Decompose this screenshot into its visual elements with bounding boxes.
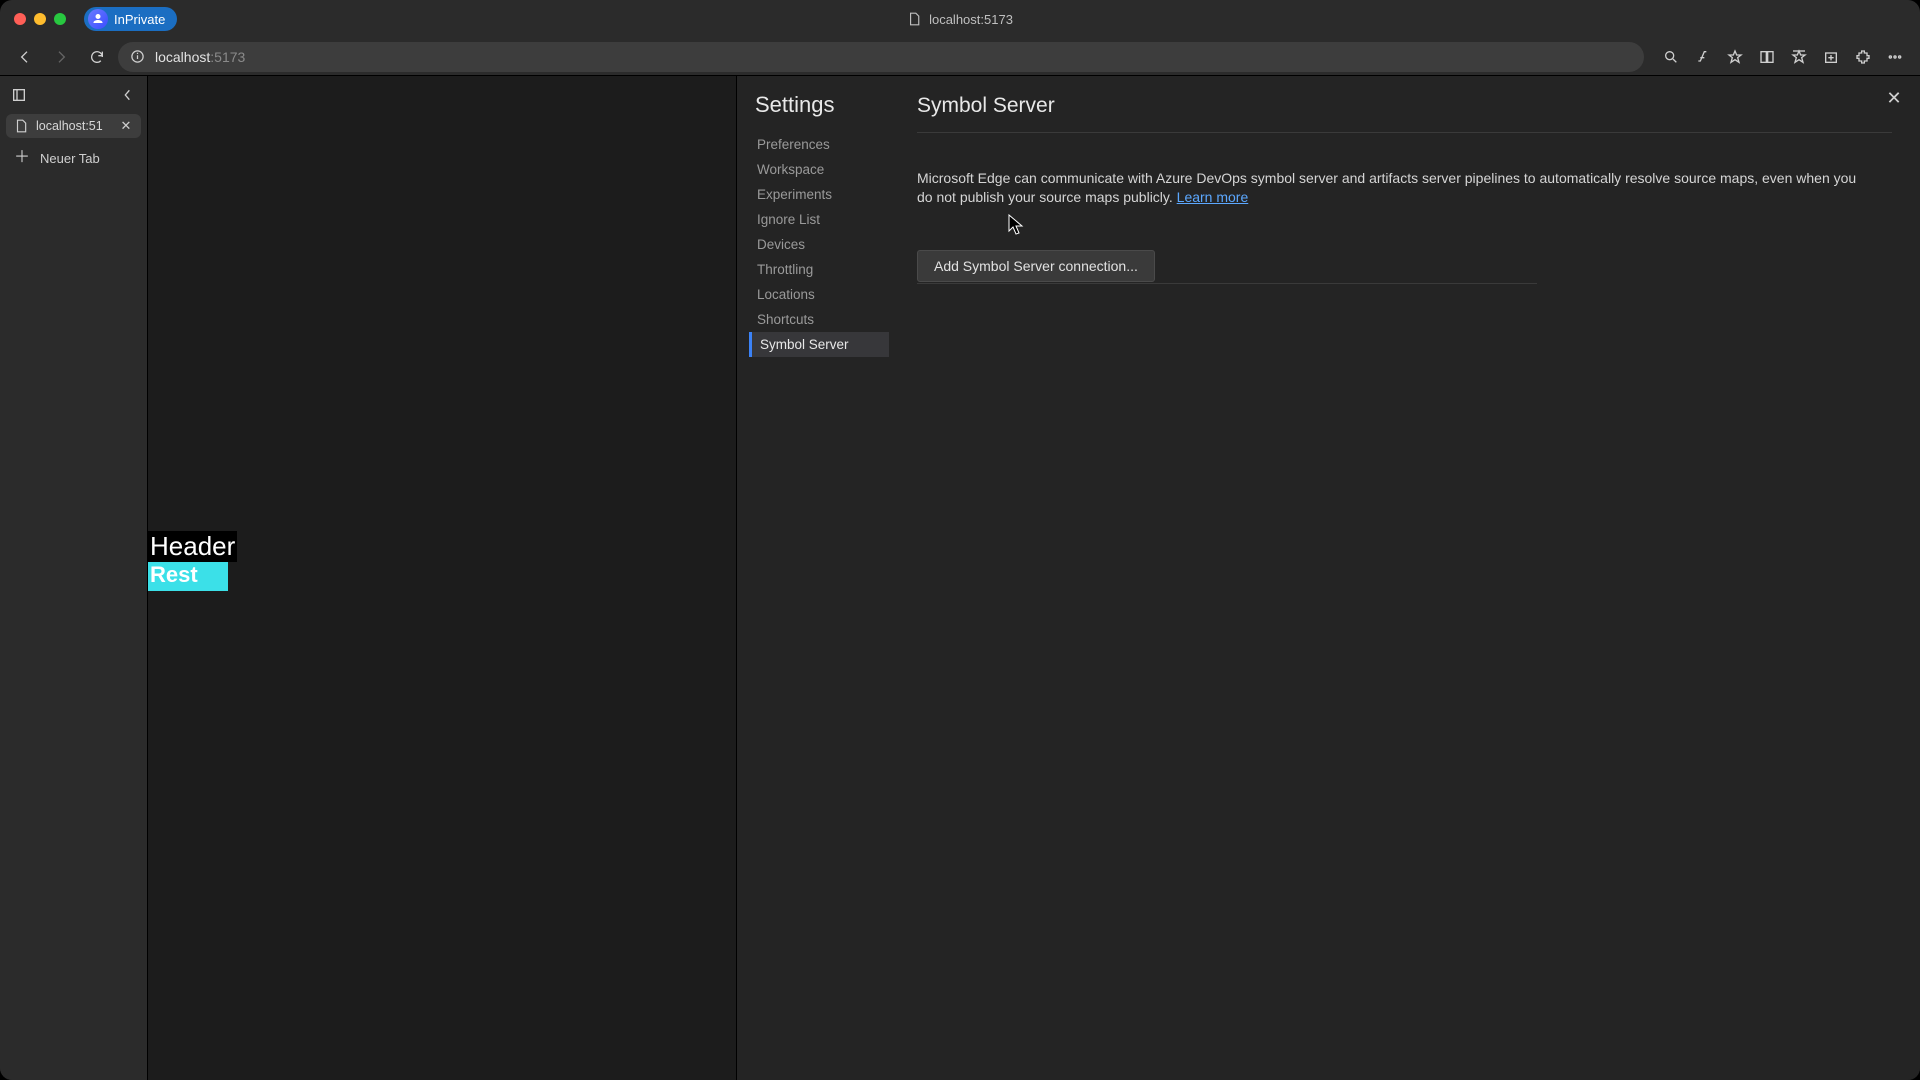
divider xyxy=(917,283,1537,284)
back-button[interactable] xyxy=(10,42,40,72)
add-symbol-server-button[interactable]: Add Symbol Server connection... xyxy=(917,250,1155,282)
learn-more-link[interactable]: Learn more xyxy=(1177,189,1249,205)
window-close-button[interactable] xyxy=(14,13,26,25)
tab-actions-button[interactable] xyxy=(6,82,32,108)
split-screen-icon[interactable] xyxy=(1752,42,1782,72)
window-maximize-button[interactable] xyxy=(54,13,66,25)
settings-item-symbol-server[interactable]: Symbol Server xyxy=(749,332,889,357)
refresh-button[interactable] xyxy=(82,42,112,72)
address-bar[interactable]: localhost:5173 xyxy=(118,42,1644,72)
settings-description: Microsoft Edge can communicate with Azur… xyxy=(917,169,1857,208)
extensions-icon[interactable] xyxy=(1848,42,1878,72)
site-info-icon[interactable] xyxy=(130,49,145,64)
window-minimize-button[interactable] xyxy=(34,13,46,25)
tab-close-button[interactable]: ✕ xyxy=(119,119,133,133)
settings-item-devices[interactable]: Devices xyxy=(749,232,889,257)
plus-icon: ＋ xyxy=(14,150,30,166)
new-tab-label: Neuer Tab xyxy=(40,151,100,166)
incognito-icon xyxy=(88,9,108,29)
inprivate-label: InPrivate xyxy=(114,12,165,27)
page-viewport: Header Rest xyxy=(148,76,736,1080)
settings-item-ignore-list[interactable]: Ignore List xyxy=(749,207,889,232)
inprivate-badge[interactable]: InPrivate xyxy=(84,7,177,31)
settings-title: Settings xyxy=(749,92,889,118)
collapse-sidebar-button[interactable] xyxy=(115,82,141,108)
read-aloud-icon[interactable] xyxy=(1688,42,1718,72)
zoom-icon[interactable] xyxy=(1656,42,1686,72)
favorites-bar-icon[interactable] xyxy=(1784,42,1814,72)
settings-item-throttling[interactable]: Throttling xyxy=(749,257,889,282)
settings-heading: Symbol Server xyxy=(917,94,1892,133)
collections-icon[interactable] xyxy=(1816,42,1846,72)
page-rest-text: Rest xyxy=(148,562,228,591)
page-icon xyxy=(14,119,28,133)
tab-title: localhost:51 xyxy=(36,119,111,133)
window-titlebar: InPrivate localhost:5173 xyxy=(0,0,1920,38)
new-tab-button[interactable]: ＋ Neuer Tab xyxy=(6,144,141,172)
settings-item-shortcuts[interactable]: Shortcuts xyxy=(749,307,889,332)
devtools-settings-panel: Settings PreferencesWorkspaceExperiments… xyxy=(736,76,1920,1080)
settings-item-preferences[interactable]: Preferences xyxy=(749,132,889,157)
settings-item-workspace[interactable]: Workspace xyxy=(749,157,889,182)
more-icon[interactable] xyxy=(1880,42,1910,72)
tab-item[interactable]: localhost:51 ✕ xyxy=(6,114,141,138)
close-settings-button[interactable]: ✕ xyxy=(1882,86,1906,110)
browser-toolbar: localhost:5173 xyxy=(0,38,1920,76)
address-text: localhost:5173 xyxy=(155,49,245,65)
settings-content: Symbol Server Microsoft Edge can communi… xyxy=(889,76,1920,1080)
page-header-text: Header xyxy=(148,531,237,562)
forward-button[interactable] xyxy=(46,42,76,72)
settings-item-locations[interactable]: Locations xyxy=(749,282,889,307)
favorite-icon[interactable] xyxy=(1720,42,1750,72)
page-icon xyxy=(907,12,921,26)
window-title: localhost:5173 xyxy=(907,12,1013,27)
vertical-tabs-sidebar: localhost:51 ✕ ＋ Neuer Tab xyxy=(0,76,148,1080)
settings-sidebar: Settings PreferencesWorkspaceExperiments… xyxy=(737,76,889,1080)
settings-item-experiments[interactable]: Experiments xyxy=(749,182,889,207)
